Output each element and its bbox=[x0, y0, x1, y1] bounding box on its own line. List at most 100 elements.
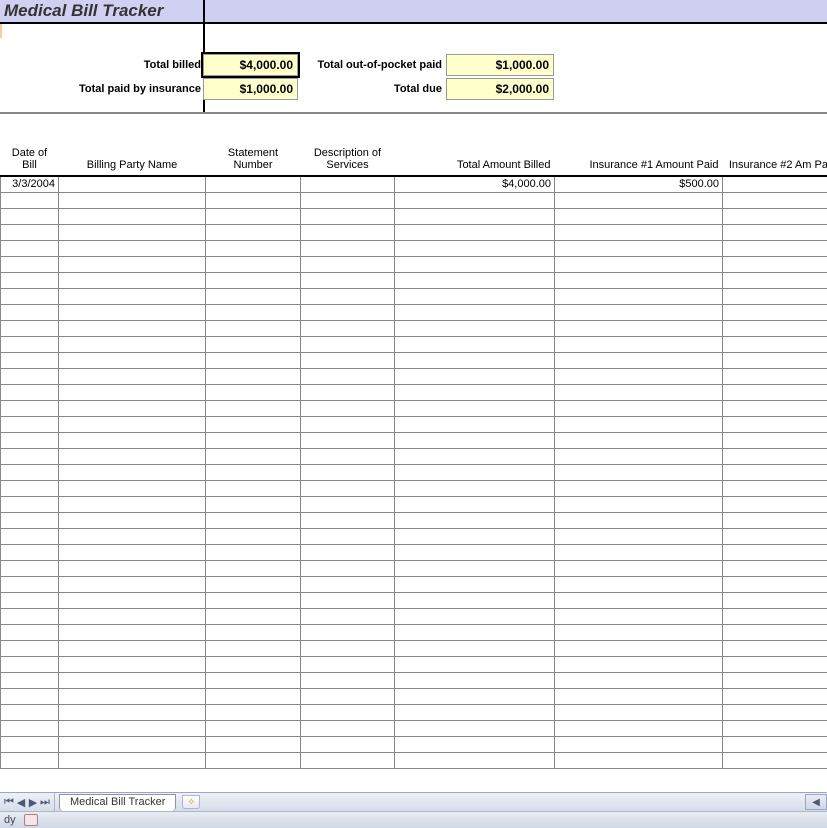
table-row[interactable] bbox=[1, 752, 827, 768]
cell-empty[interactable] bbox=[301, 576, 395, 592]
cell-empty[interactable] bbox=[723, 192, 827, 208]
table-row[interactable] bbox=[1, 592, 827, 608]
table-row[interactable] bbox=[1, 672, 827, 688]
cell-empty[interactable] bbox=[395, 448, 555, 464]
cell-empty[interactable] bbox=[59, 480, 206, 496]
cell-empty[interactable] bbox=[1, 544, 59, 560]
cell-empty[interactable] bbox=[206, 720, 301, 736]
cell-empty[interactable] bbox=[301, 720, 395, 736]
cell-empty[interactable] bbox=[723, 352, 827, 368]
cell-empty[interactable] bbox=[301, 592, 395, 608]
table-row[interactable] bbox=[1, 384, 827, 400]
cell-empty[interactable] bbox=[206, 320, 301, 336]
cell-empty[interactable] bbox=[301, 560, 395, 576]
new-sheet-tab-icon[interactable]: ✧ bbox=[182, 795, 200, 809]
spreadsheet-area[interactable]: Medical Bill Tracker Total billed $4,000… bbox=[0, 0, 827, 808]
cell-empty[interactable] bbox=[723, 400, 827, 416]
table-row[interactable] bbox=[1, 272, 827, 288]
table-row[interactable] bbox=[1, 304, 827, 320]
cell-empty[interactable] bbox=[395, 656, 555, 672]
table-row[interactable] bbox=[1, 208, 827, 224]
cell-empty[interactable] bbox=[301, 512, 395, 528]
cell-empty[interactable] bbox=[555, 464, 723, 480]
sheet-tab-active[interactable]: Medical Bill Tracker bbox=[59, 794, 176, 811]
cell-empty[interactable] bbox=[206, 608, 301, 624]
cell-empty[interactable] bbox=[555, 688, 723, 704]
table-row[interactable] bbox=[1, 416, 827, 432]
cell-empty[interactable] bbox=[1, 448, 59, 464]
table-row[interactable] bbox=[1, 240, 827, 256]
cell-empty[interactable] bbox=[206, 752, 301, 768]
total-due-cell[interactable]: $2,000.00 bbox=[446, 78, 554, 100]
total-billed-cell[interactable]: $4,000.00 bbox=[203, 54, 298, 76]
cell-empty[interactable] bbox=[59, 720, 206, 736]
cell-empty[interactable] bbox=[555, 368, 723, 384]
cell-empty[interactable] bbox=[59, 752, 206, 768]
cell-empty[interactable] bbox=[723, 464, 827, 480]
cell-empty[interactable] bbox=[555, 672, 723, 688]
cell-empty[interactable] bbox=[1, 208, 59, 224]
cell-empty[interactable] bbox=[59, 272, 206, 288]
col-header-description[interactable]: Description of Services bbox=[301, 142, 395, 176]
cell-empty[interactable] bbox=[206, 656, 301, 672]
cell-empty[interactable] bbox=[395, 336, 555, 352]
cell-empty[interactable] bbox=[395, 704, 555, 720]
cell-empty[interactable] bbox=[723, 528, 827, 544]
cell-empty[interactable] bbox=[395, 480, 555, 496]
cell-empty[interactable] bbox=[1, 656, 59, 672]
cell-empty[interactable] bbox=[395, 192, 555, 208]
cell-empty[interactable] bbox=[723, 496, 827, 512]
cell-empty[interactable] bbox=[301, 320, 395, 336]
cell-empty[interactable] bbox=[301, 752, 395, 768]
cell-empty[interactable] bbox=[395, 624, 555, 640]
cell-empty[interactable] bbox=[1, 240, 59, 256]
cell-empty[interactable] bbox=[59, 608, 206, 624]
cell-empty[interactable] bbox=[1, 256, 59, 272]
table-body[interactable]: 3/3/2004$4,000.00$500.00$ bbox=[1, 176, 827, 768]
cell-empty[interactable] bbox=[206, 576, 301, 592]
table-row[interactable] bbox=[1, 464, 827, 480]
cell-description[interactable] bbox=[301, 176, 395, 192]
cell-empty[interactable] bbox=[723, 736, 827, 752]
table-row[interactable] bbox=[1, 320, 827, 336]
cell-empty[interactable] bbox=[301, 496, 395, 512]
table-row[interactable]: 3/3/2004$4,000.00$500.00$ bbox=[1, 176, 827, 192]
cell-empty[interactable] bbox=[723, 608, 827, 624]
cell-empty[interactable] bbox=[395, 720, 555, 736]
cell-empty[interactable] bbox=[301, 304, 395, 320]
cell-empty[interactable] bbox=[206, 688, 301, 704]
cell-empty[interactable] bbox=[301, 272, 395, 288]
cell-empty[interactable] bbox=[59, 544, 206, 560]
cell-billingParty[interactable] bbox=[59, 176, 206, 192]
cell-empty[interactable] bbox=[1, 608, 59, 624]
table-row[interactable] bbox=[1, 720, 827, 736]
table-row[interactable] bbox=[1, 688, 827, 704]
status-macro-icon[interactable] bbox=[24, 814, 38, 826]
cell-empty[interactable] bbox=[59, 640, 206, 656]
cell-empty[interactable] bbox=[206, 240, 301, 256]
cell-date[interactable]: 3/3/2004 bbox=[1, 176, 59, 192]
cell-empty[interactable] bbox=[301, 672, 395, 688]
cell-empty[interactable] bbox=[1, 288, 59, 304]
cell-empty[interactable] bbox=[301, 464, 395, 480]
cell-empty[interactable] bbox=[206, 480, 301, 496]
cell-empty[interactable] bbox=[723, 720, 827, 736]
cell-empty[interactable] bbox=[206, 464, 301, 480]
cell-empty[interactable] bbox=[206, 496, 301, 512]
cell-empty[interactable] bbox=[555, 352, 723, 368]
cell-empty[interactable] bbox=[59, 704, 206, 720]
cell-empty[interactable] bbox=[301, 528, 395, 544]
cell-empty[interactable] bbox=[555, 416, 723, 432]
cell-empty[interactable] bbox=[1, 416, 59, 432]
cell-empty[interactable] bbox=[555, 512, 723, 528]
cell-empty[interactable] bbox=[59, 464, 206, 480]
cell-empty[interactable] bbox=[206, 336, 301, 352]
cell-empty[interactable] bbox=[395, 352, 555, 368]
cell-empty[interactable] bbox=[555, 720, 723, 736]
cell-empty[interactable] bbox=[723, 688, 827, 704]
table-row[interactable] bbox=[1, 544, 827, 560]
cell-empty[interactable] bbox=[555, 208, 723, 224]
cell-empty[interactable] bbox=[555, 272, 723, 288]
cell-empty[interactable] bbox=[206, 624, 301, 640]
cell-empty[interactable] bbox=[206, 704, 301, 720]
